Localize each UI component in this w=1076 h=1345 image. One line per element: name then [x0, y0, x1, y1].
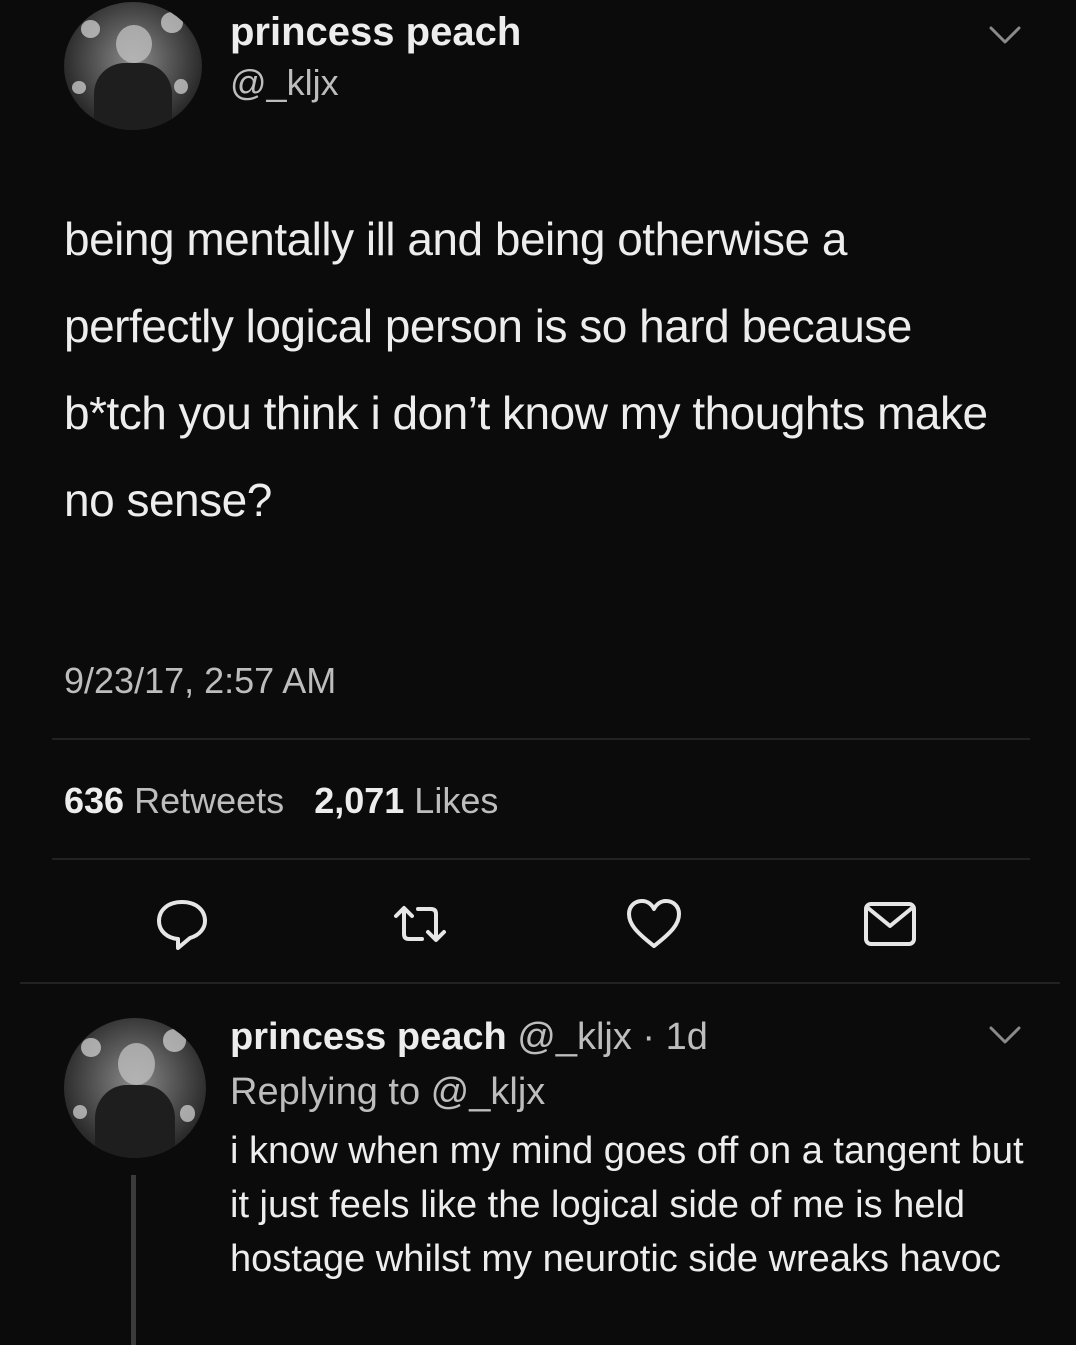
- like-count[interactable]: 2,071: [314, 780, 404, 821]
- retweet-label[interactable]: Retweets: [134, 780, 284, 821]
- like-label[interactable]: Likes: [414, 780, 498, 821]
- chevron-down-icon[interactable]: [985, 22, 1025, 48]
- tweet-timestamp[interactable]: 9/23/17, 2:57 AM: [64, 660, 336, 702]
- retweet-icon[interactable]: [390, 894, 450, 954]
- like-icon[interactable]: [624, 894, 684, 954]
- user-handle[interactable]: @_kljx: [517, 1016, 632, 1058]
- thread-line: [131, 1175, 136, 1345]
- reply-icon[interactable]: [152, 894, 212, 954]
- message-icon[interactable]: [860, 894, 920, 954]
- divider: [20, 982, 1060, 984]
- reply-tweet[interactable]: princess peach @_kljx · 1d Replying to @…: [230, 1010, 1050, 1286]
- display-name[interactable]: princess peach: [230, 1016, 507, 1058]
- reply-header: princess peach @_kljx · 1d: [230, 1010, 1050, 1064]
- tweet-text: being mentally ill and being otherwise a…: [64, 213, 988, 526]
- divider: [52, 858, 1030, 860]
- replying-to[interactable]: Replying to @_kljx: [230, 1064, 1050, 1120]
- retweet-count[interactable]: 636: [64, 780, 124, 821]
- avatar[interactable]: [64, 2, 202, 130]
- separator: ·: [642, 1016, 656, 1058]
- tweet-stats: 636 Retweets 2,071 Likes: [64, 780, 498, 822]
- user-handle[interactable]: @_kljx: [230, 62, 339, 104]
- display-name[interactable]: princess peach: [230, 10, 521, 55]
- divider: [52, 738, 1030, 740]
- avatar[interactable]: [64, 1018, 206, 1158]
- time-ago[interactable]: 1d: [666, 1016, 708, 1058]
- reply-text: i know when my mind goes off on a tangen…: [230, 1130, 1024, 1280]
